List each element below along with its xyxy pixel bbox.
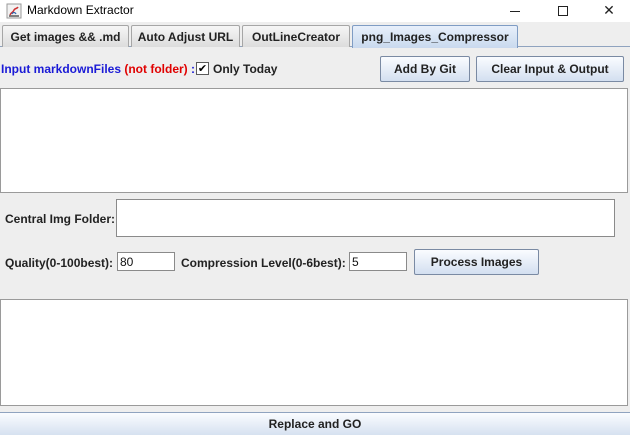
maximize-icon <box>558 6 568 16</box>
tab-outline-creator[interactable]: OutLineCreator <box>242 25 350 47</box>
check-icon: ✔ <box>197 62 208 75</box>
input-markdown-label: Input markdownFiles (not folder) : <box>1 62 195 76</box>
compression-level-field[interactable]: 5 <box>349 252 407 271</box>
add-by-git-button[interactable]: Add By Git <box>380 56 470 82</box>
output-text-area[interactable] <box>0 299 628 406</box>
only-today-label: Only Today <box>213 62 278 76</box>
central-img-folder-field[interactable] <box>116 199 615 237</box>
minimize-button[interactable] <box>492 0 538 22</box>
quality-label: Quality(0-100best): <box>5 256 114 270</box>
process-images-button[interactable]: Process Images <box>414 249 539 275</box>
tab-get-images[interactable]: Get images && .md <box>2 25 129 47</box>
clear-input-output-button[interactable]: Clear Input & Output <box>476 56 624 82</box>
java-app-icon <box>6 3 22 19</box>
close-button[interactable]: ✕ <box>586 0 630 22</box>
window-title: Markdown Extractor <box>27 3 134 17</box>
replace-and-go-button[interactable]: Replace and GO <box>0 412 630 435</box>
close-icon: ✕ <box>603 3 615 19</box>
tab-auto-adjust-url[interactable]: Auto Adjust URL <box>131 25 240 47</box>
input-label-main: Input markdownFiles <box>1 62 125 76</box>
title-bar: Markdown Extractor ✕ <box>0 0 630 22</box>
central-img-folder-label: Central Img Folder: <box>5 212 116 226</box>
compression-level-label: Compression Level(0-6best): <box>181 256 346 270</box>
only-today-checkbox[interactable]: ✔ <box>196 62 209 75</box>
tab-strip: Get images && .md Auto Adjust URL OutLin… <box>0 25 630 48</box>
input-label-colon: : <box>187 62 196 76</box>
markdown-files-input-area[interactable] <box>0 88 628 193</box>
input-label-note: (not folder) <box>124 62 188 76</box>
minimize-icon <box>510 10 520 12</box>
tab-png-images-compressor[interactable]: png_Images_Compressor <box>352 25 518 48</box>
maximize-button[interactable] <box>540 0 586 22</box>
quality-field[interactable]: 80 <box>117 252 175 271</box>
